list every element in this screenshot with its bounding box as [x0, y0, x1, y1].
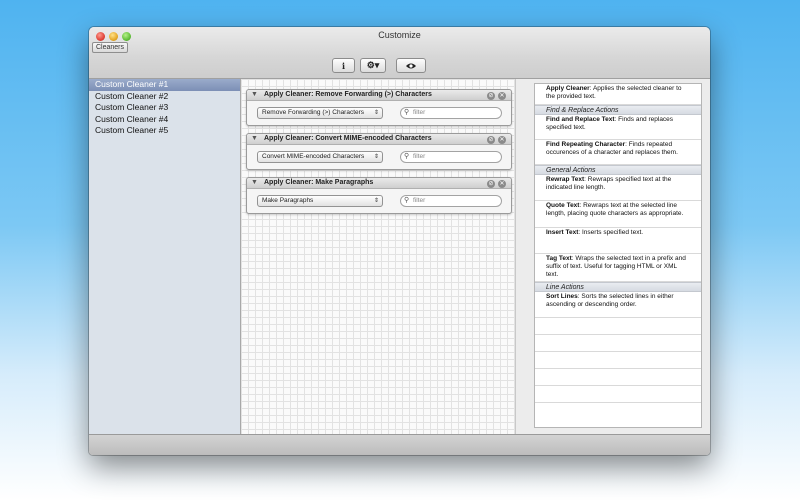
- help-item-name: Find Repeating Character: [546, 141, 626, 148]
- gear-menu-button[interactable]: ⚙▾: [360, 58, 386, 73]
- select-arrows-icon: ⇕: [373, 198, 379, 204]
- cleaner-select[interactable]: Make Paragraphs ⇕: [257, 195, 383, 207]
- cleaner-select-value: Convert MIME-encoded Characters: [262, 153, 365, 160]
- disclosure-triangle-icon[interactable]: ▼: [251, 179, 258, 186]
- empty-row: [535, 352, 701, 369]
- sidebar-item-custom-cleaner-1[interactable]: Custom Cleaner #1: [89, 79, 240, 91]
- info-icon: i: [341, 60, 346, 71]
- action-box[interactable]: ▼ Apply Cleaner: Convert MIME-encoded Ch…: [246, 133, 512, 170]
- disable-action-icon[interactable]: ⊘: [487, 179, 495, 188]
- help-item-sort-lines[interactable]: Sort Lines: Sorts the selected lines in …: [535, 292, 701, 318]
- search-icon: ⚲: [404, 197, 410, 204]
- help-item-name: Sort Lines: [546, 293, 578, 300]
- action-header[interactable]: ▼ Apply Cleaner: Make Paragraphs ⊘ ✕: [247, 178, 511, 189]
- customize-window: Customize Cleaners i ⚙▾ Custom Cleaner #…: [89, 27, 710, 455]
- sidebar-item-custom-cleaner-5[interactable]: Custom Cleaner #5: [89, 125, 240, 137]
- filter-placeholder: filter: [413, 109, 426, 116]
- disclosure-triangle-icon[interactable]: ▼: [251, 91, 258, 98]
- help-item-find-repeating[interactable]: Find Repeating Character: Finds repeated…: [535, 140, 701, 165]
- section-find-replace: Find & Replace Actions: [535, 105, 701, 115]
- help-item-tag-text[interactable]: Tag Text: Wraps the selected text in a p…: [535, 254, 701, 282]
- action-title: Apply Cleaner: Convert MIME-encoded Char…: [264, 135, 432, 142]
- help-item-name: Rewrap Text: [546, 176, 585, 183]
- select-arrows-icon: ⇕: [373, 110, 379, 116]
- search-icon: ⚲: [404, 153, 410, 160]
- select-arrows-icon: ⇕: [373, 154, 379, 160]
- disable-action-icon[interactable]: ⊘: [487, 91, 495, 100]
- action-header[interactable]: ▼ Apply Cleaner: Remove Forwarding (>) C…: [247, 90, 511, 101]
- actions-canvas: ▼ Apply Cleaner: Remove Forwarding (>) C…: [241, 79, 516, 434]
- empty-row: [535, 318, 701, 335]
- gear-menu-icon: ⚙▾: [366, 60, 380, 70]
- actions-help-list[interactable]: Apply Cleaner: Applies the selected clea…: [534, 83, 702, 428]
- cleaners-sidebar: Custom Cleaner #1 Custom Cleaner #2 Cust…: [89, 79, 241, 434]
- help-item-name: Quote Text: [546, 202, 580, 209]
- empty-row: [535, 369, 701, 386]
- sidebar-item-custom-cleaner-2[interactable]: Custom Cleaner #2: [89, 91, 240, 103]
- help-item-find-replace[interactable]: Find and Replace Text: Finds and replace…: [535, 115, 701, 140]
- sidebar-item-custom-cleaner-3[interactable]: Custom Cleaner #3: [89, 102, 240, 114]
- action-header[interactable]: ▼ Apply Cleaner: Convert MIME-encoded Ch…: [247, 134, 511, 145]
- cleaner-select[interactable]: Remove Forwarding (>) Characters ⇕: [257, 107, 383, 119]
- title-bar: Customize Cleaners i ⚙▾: [89, 27, 710, 79]
- empty-row: [535, 335, 701, 352]
- window-title: Customize: [378, 30, 421, 40]
- bottom-bar: [89, 434, 710, 455]
- remove-action-icon[interactable]: ✕: [498, 179, 506, 188]
- action-title: Apply Cleaner: Make Paragraphs: [264, 179, 374, 186]
- section-line: Line Actions: [535, 282, 701, 292]
- tab-cleaners[interactable]: Cleaners: [92, 42, 129, 53]
- help-item-desc: : Inserts specified text.: [578, 229, 644, 236]
- help-item-name: Insert Text: [546, 229, 579, 236]
- preview-button[interactable]: [396, 58, 426, 73]
- cleaner-select-value: Remove Forwarding (>) Characters: [262, 109, 365, 116]
- filter-field[interactable]: ⚲ filter: [400, 107, 502, 119]
- help-item-name: Find and Replace Text: [546, 116, 615, 123]
- filter-placeholder: filter: [413, 197, 426, 204]
- remove-action-icon[interactable]: ✕: [498, 91, 506, 100]
- disable-action-icon[interactable]: ⊘: [487, 135, 495, 144]
- search-icon: ⚲: [404, 109, 410, 116]
- action-title: Apply Cleaner: Remove Forwarding (>) Cha…: [264, 91, 432, 98]
- help-item-quote-text[interactable]: Quote Text: Rewraps text at the selected…: [535, 201, 701, 228]
- help-item-insert-text[interactable]: Insert Text: Inserts specified text.: [535, 228, 701, 254]
- eye-icon: [406, 63, 416, 68]
- action-box[interactable]: ▼ Apply Cleaner: Remove Forwarding (>) C…: [246, 89, 512, 126]
- actions-help-panel: Apply Cleaner: Applies the selected clea…: [516, 79, 710, 434]
- action-box[interactable]: ▼ Apply Cleaner: Make Paragraphs ⊘ ✕ Mak…: [246, 177, 512, 214]
- info-button[interactable]: i: [332, 58, 355, 73]
- filter-placeholder: filter: [413, 153, 426, 160]
- cleaner-select[interactable]: Convert MIME-encoded Characters ⇕: [257, 151, 383, 163]
- disclosure-triangle-icon[interactable]: ▼: [251, 135, 258, 142]
- section-general: General Actions: [535, 165, 701, 175]
- help-item-rewrap-text[interactable]: Rewrap Text: Rewraps specified text at t…: [535, 175, 701, 201]
- filter-field[interactable]: ⚲ filter: [400, 151, 502, 163]
- empty-row: [535, 386, 701, 403]
- help-item-name: Tag Text: [546, 255, 572, 262]
- help-item-apply-cleaner[interactable]: Apply Cleaner: Applies the selected clea…: [535, 84, 701, 105]
- help-item-name: Apply Cleaner: [546, 85, 590, 92]
- cleaner-select-value: Make Paragraphs: [262, 197, 314, 204]
- sidebar-item-custom-cleaner-4[interactable]: Custom Cleaner #4: [89, 114, 240, 126]
- filter-field[interactable]: ⚲ filter: [400, 195, 502, 207]
- remove-action-icon[interactable]: ✕: [498, 135, 506, 144]
